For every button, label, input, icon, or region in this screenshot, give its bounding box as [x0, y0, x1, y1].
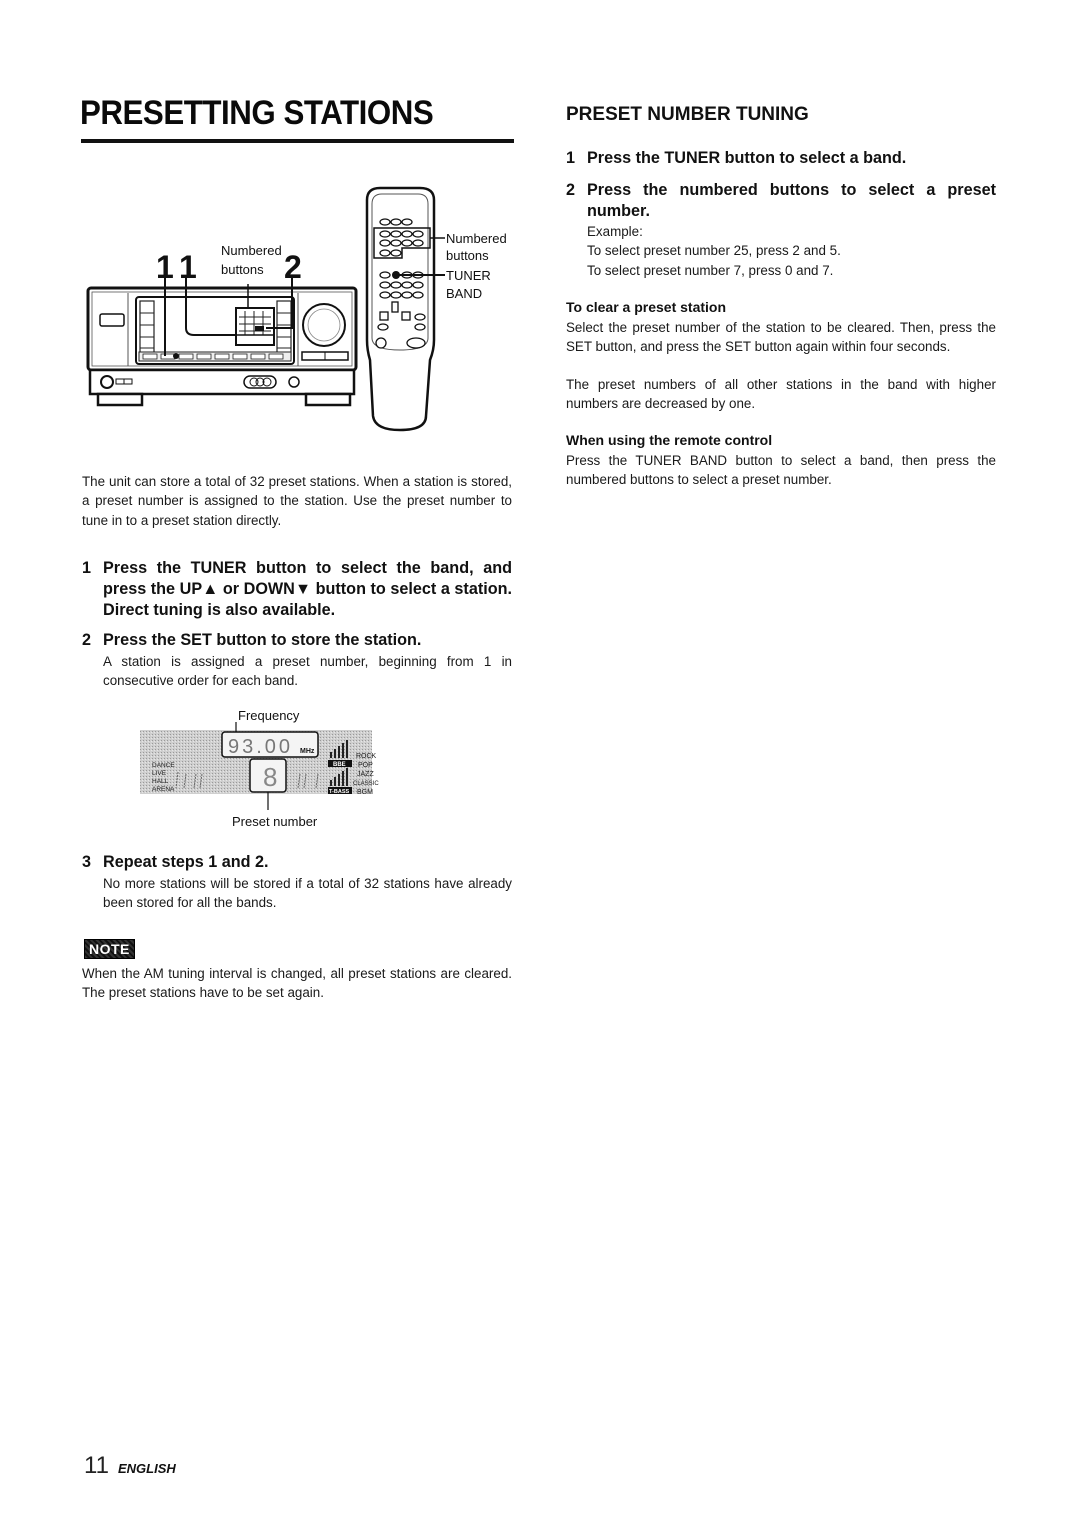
language-label: ENGLISH: [118, 1461, 176, 1476]
badge-tbass: T-BASS: [329, 789, 350, 795]
step-number: 1: [82, 559, 92, 577]
eq-jazz: JAZZ: [357, 771, 374, 778]
eq-rock: ROCK: [356, 753, 377, 760]
frequency-unit: MHz: [300, 748, 315, 755]
remote-buttons-label: buttons: [446, 248, 489, 263]
unit-buttons-label: buttons: [221, 262, 264, 277]
unit-and-remote-illustration: 1 1 2 Numbered buttons Numbered buttons …: [86, 186, 507, 432]
step-number: 2: [82, 631, 92, 649]
remote-control-drawing: [365, 186, 445, 432]
callout-step-1a: 1: [156, 249, 174, 285]
step-text: Press the TUNER button to select a band.: [587, 149, 907, 167]
mode-arena: ARENA: [152, 786, 175, 793]
step-number: 3: [82, 853, 92, 871]
example-block: Example: To select preset number 25, pre…: [587, 222, 996, 280]
step-3-heading: 3 Repeat steps 1 and 2.: [82, 852, 512, 873]
step-2-body: A station is assigned a preset number, b…: [103, 654, 512, 689]
remote-numbered-label: Numbered: [446, 231, 507, 246]
page-title: PRESETTING STATIONS: [80, 94, 434, 132]
preset-number-label: Preset number: [232, 814, 318, 829]
remote-control-text: Press the TUNER BAND button to select a …: [566, 453, 996, 488]
step-1-heading: 1 Press the TUNER button to select the b…: [82, 558, 512, 621]
tuner-display-illustration: 93.00 MHz 8 DANCE LIVE HALL ARENA BBE T-…: [140, 722, 379, 810]
right-step-2: 2 Press the numbered buttons to select a…: [566, 180, 996, 222]
remote-band-label: BAND: [446, 286, 482, 301]
callout-step-2: 2: [284, 249, 302, 285]
frequency-label: Frequency: [238, 708, 300, 723]
step-text: Press the SET button to store the statio…: [103, 631, 422, 649]
example-line: To select preset number 25, press 2 and …: [587, 243, 841, 259]
frequency-value: 93.00: [228, 736, 293, 758]
note-text: When the AM tuning interval is changed, …: [82, 966, 512, 1001]
example-label: Example:: [587, 224, 643, 239]
step-text: Repeat steps 1 and 2.: [103, 853, 269, 871]
mode-live: LIVE: [152, 770, 167, 777]
clear-preset-para-1: Select the preset number of the station …: [566, 320, 996, 355]
remote-control-heading: When using the remote control: [566, 432, 773, 448]
step-2-heading: 2 Press the SET button to store the stat…: [82, 630, 512, 651]
mode-hall: HALL: [152, 778, 169, 785]
preset-value: 8: [263, 762, 277, 792]
callout-step-1b: 1: [179, 249, 197, 285]
clear-preset-para-2: The preset numbers of all other stations…: [566, 377, 996, 412]
page-number: 11: [84, 1452, 109, 1479]
eq-classic: CLASSIC: [353, 781, 379, 787]
eq-bgm: BGM: [357, 789, 373, 796]
eq-pop: POP: [358, 762, 373, 769]
stereo-unit-drawing: [86, 276, 358, 407]
step-number: 2: [566, 181, 576, 199]
step-3-body: No more stations will be stored if a tot…: [103, 876, 512, 911]
remote-tuner-label: TUNER: [446, 268, 491, 283]
clear-preset-heading: To clear a preset station: [566, 299, 727, 315]
unit-numbered-label: Numbered: [221, 243, 282, 258]
intro-paragraph: The unit can store a total of 32 preset …: [82, 474, 512, 528]
step-number: 1: [566, 149, 576, 167]
badge-bbe: BBE: [333, 762, 346, 768]
mode-dance: DANCE: [152, 762, 175, 769]
right-step-1: 1 Press the TUNER button to select a ban…: [566, 148, 996, 169]
step-text: Press the TUNER button to select the ban…: [103, 559, 512, 619]
example-line: To select preset number 7, press 0 and 7…: [587, 262, 834, 278]
step-text: Press the numbered buttons to select a p…: [587, 181, 996, 220]
note-badge: NOTE: [84, 939, 135, 959]
section-heading-preset-number-tuning: PRESET NUMBER TUNING: [566, 104, 809, 125]
title-underline: [81, 139, 514, 143]
